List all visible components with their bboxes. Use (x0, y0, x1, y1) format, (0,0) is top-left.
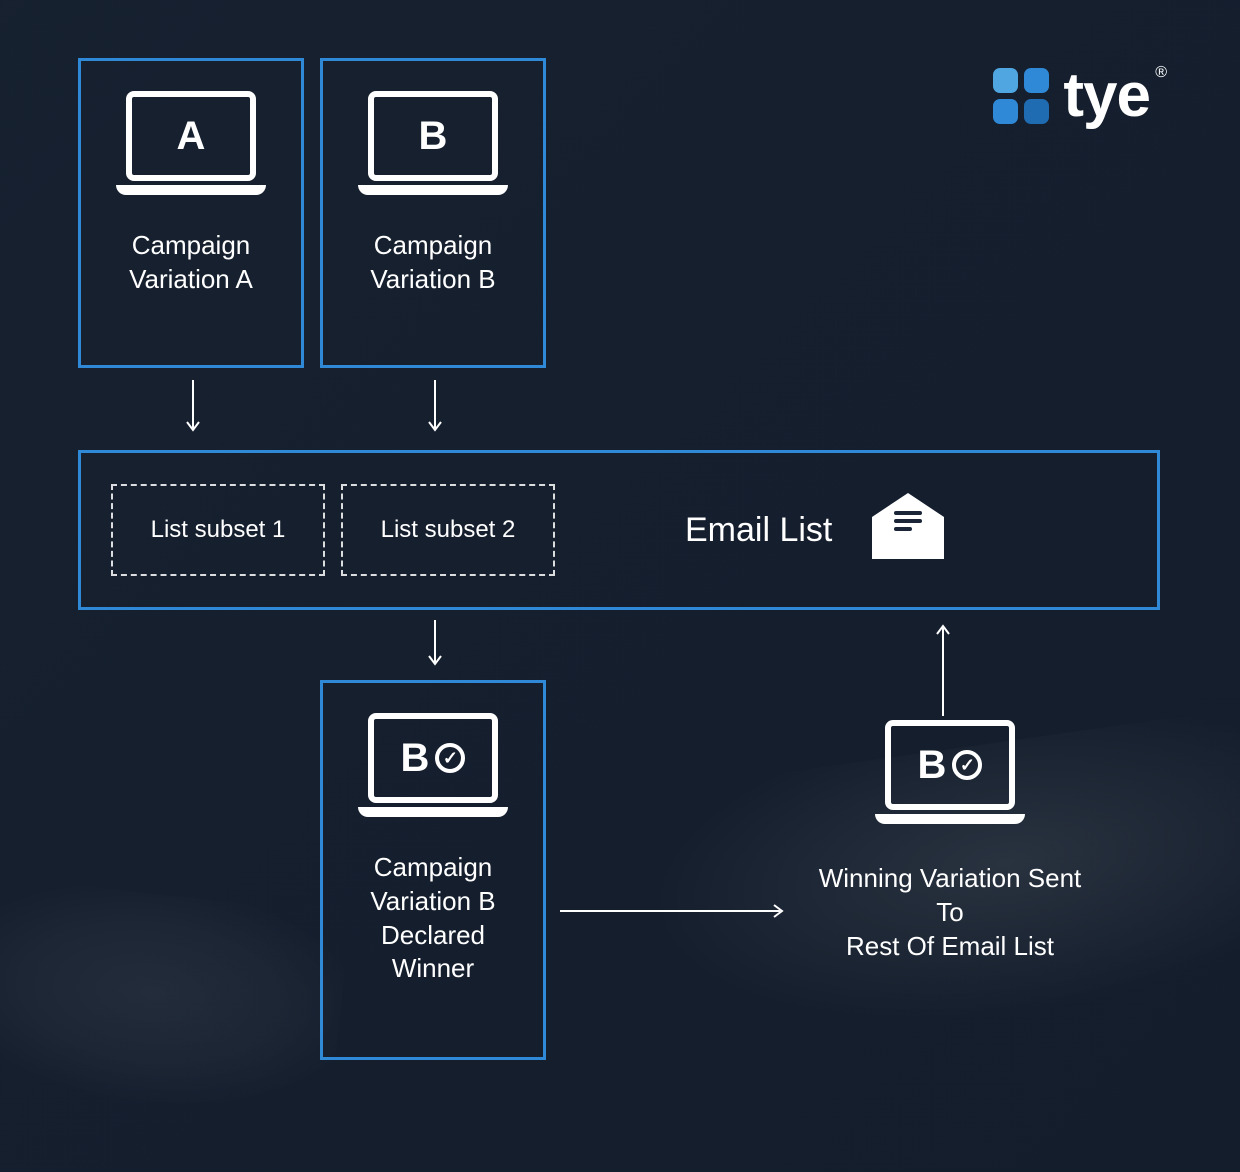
arrow-right-icon (560, 904, 790, 923)
arrow-up-icon (936, 620, 950, 721)
arrow-down-icon (428, 380, 442, 443)
brand-trademark: ® (1155, 64, 1166, 82)
laptop-icon: B (358, 91, 508, 209)
mail-icon (866, 497, 950, 563)
sending-letter: B (918, 743, 947, 788)
laptop-check-icon: B ✓ (358, 713, 508, 831)
variation-a-letter: A (177, 114, 206, 159)
checkmark-icon: ✓ (435, 743, 465, 773)
checkmark-icon: ✓ (952, 750, 982, 780)
node-winner: B ✓ Campaign Variation B Declared Winner (320, 680, 546, 1060)
brand-name-text: tye (1063, 61, 1150, 130)
node-subset-2: List subset 2 (341, 484, 555, 576)
variation-b-caption: Campaign Variation B (323, 229, 543, 297)
brand-logo: tye® (993, 60, 1150, 131)
variation-b-letter: B (419, 114, 448, 159)
node-variation-a: A Campaign Variation A (78, 58, 304, 368)
logo-mark-icon (993, 68, 1049, 124)
node-subset-1: List subset 1 (111, 484, 325, 576)
node-email-list: List subset 1 List subset 2 Email List (78, 450, 1160, 610)
laptop-check-icon: B ✓ (875, 720, 1025, 838)
winner-letter: B (401, 736, 430, 781)
winner-caption: Campaign Variation B Declared Winner (323, 851, 543, 986)
laptop-icon: A (116, 91, 266, 209)
node-sending: B ✓ Winning Variation Sent To Rest Of Em… (802, 720, 1098, 963)
node-variation-b: B Campaign Variation B (320, 58, 546, 368)
variation-a-caption: Campaign Variation A (81, 229, 301, 297)
sending-caption: Winning Variation Sent To Rest Of Email … (802, 862, 1098, 963)
logo-name: tye® (1063, 60, 1150, 131)
email-list-label: Email List (685, 511, 832, 550)
arrow-down-icon (186, 380, 200, 443)
arrow-down-icon (428, 620, 442, 677)
